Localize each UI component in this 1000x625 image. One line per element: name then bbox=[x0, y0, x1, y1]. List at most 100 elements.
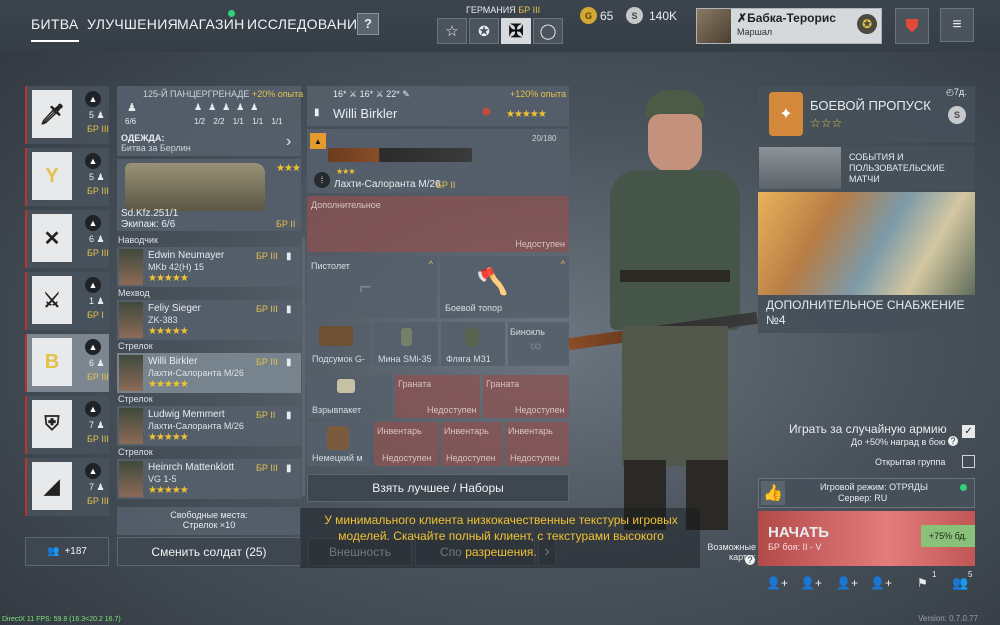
clock-icon: ◴ bbox=[946, 87, 954, 97]
help-button[interactable]: ? bbox=[357, 13, 379, 35]
squad-type-icon: ▲ bbox=[85, 91, 101, 107]
soldier-role: Мехвод bbox=[118, 288, 150, 298]
binocular-slot[interactable]: Бинокль ∞ bbox=[508, 322, 569, 366]
squad-type-icon: ▲ bbox=[85, 215, 101, 231]
squad-card[interactable]: Y ▲ 5 ♟ БР III bbox=[25, 148, 109, 206]
start-br: БР боя: II - V bbox=[768, 542, 822, 552]
squad-card[interactable]: ✕ ▲ 6 ♟ БР III bbox=[25, 210, 109, 268]
soldier-br: БР III bbox=[256, 357, 278, 367]
invite-friend-icon-2[interactable]: 👤+ bbox=[800, 576, 822, 590]
random-army-checkbox[interactable]: ✓ bbox=[962, 425, 975, 438]
tab-shop[interactable]: МАГАЗИН bbox=[177, 16, 245, 32]
pistol-slot[interactable]: Пистолет ⌐ ^ bbox=[307, 256, 437, 318]
soldier-stars: ★★★★★ bbox=[148, 379, 189, 390]
nation-tab-1[interactable]: ☆ bbox=[437, 18, 467, 44]
soldier-name: Willi Birkler bbox=[148, 356, 198, 367]
vehicle-name: Sd.Kfz.251/1 bbox=[121, 208, 179, 219]
soldier-role: Стрелок bbox=[118, 341, 153, 351]
maps-info-icon[interactable]: ? bbox=[745, 555, 755, 565]
soldier-name: Heinrch Mattenklott bbox=[148, 462, 235, 473]
stat-1-icon: ⚔ bbox=[349, 89, 358, 99]
weapon-upgrade-icon: ▲ bbox=[310, 133, 326, 149]
version-label: Version: 0.7.0.77 bbox=[918, 614, 979, 623]
squad-bonus: +20% опыта bbox=[252, 89, 304, 99]
add-squad-button[interactable]: 👥 +187 bbox=[25, 537, 109, 566]
chevron-right-icon[interactable]: › bbox=[286, 133, 291, 151]
extra-unavailable: Недоступен bbox=[515, 239, 565, 249]
start-label: НАЧАТЬ bbox=[768, 524, 830, 541]
outfit-value[interactable]: Битва за Берлин bbox=[121, 143, 191, 153]
pouch-slot[interactable]: Подсумок G- bbox=[307, 322, 371, 366]
mine-slot[interactable]: Мина SMi-35 bbox=[374, 322, 438, 366]
inventory-slot-3[interactable]: Инвентарь Недоступен bbox=[505, 422, 569, 466]
extra-weapon-slot[interactable]: Дополнительное Недоступен bbox=[307, 196, 569, 252]
melee-slot[interactable]: 🪓 Боевой топор ^ bbox=[440, 256, 569, 318]
soldier-portrait bbox=[119, 302, 143, 338]
squad-card[interactable]: B ▲ 6 ♟ БР III bbox=[25, 334, 109, 392]
change-soldier-button[interactable]: Сменить солдат (25) bbox=[117, 537, 301, 566]
squad-card[interactable]: ◢ ▲ 7 ♟ БР III bbox=[25, 458, 109, 516]
soldier-stars: ★★★★★ bbox=[148, 485, 189, 496]
grenade-slot-1[interactable]: Граната Недоступен bbox=[395, 375, 480, 418]
rank-emblem-button[interactable]: ⛊ bbox=[895, 8, 929, 44]
flask-slot[interactable]: Фляга M31 bbox=[441, 322, 505, 366]
squad-card[interactable]: ⚔ ▲ 1 ♟ БР I bbox=[25, 272, 109, 330]
info-icon[interactable]: ? bbox=[948, 436, 958, 446]
pouch-label: Подсумок G- bbox=[312, 354, 366, 364]
take-best-button[interactable]: Взять лучшее / Наборы bbox=[307, 474, 569, 502]
menu-button[interactable]: ≡ bbox=[940, 8, 974, 42]
grenade-label-1: Граната bbox=[398, 379, 432, 389]
inventory-slot-1[interactable]: Инвентарь Недоступен bbox=[374, 422, 438, 466]
squad-card[interactable]: 🗡 ▲ 5 ♟ БР III bbox=[25, 86, 109, 144]
invite-friend-icon-1[interactable]: 👤+ bbox=[766, 576, 788, 590]
random-army-sub: До +50% наград в бою bbox=[851, 437, 946, 447]
group-icon[interactable]: 👥 bbox=[952, 575, 968, 591]
soldier-model[interactable] bbox=[568, 90, 760, 530]
binocular-icon: ∞ bbox=[530, 338, 542, 355]
soldier-br: БР III bbox=[256, 304, 278, 314]
inventory-unavailable-3: Недоступен bbox=[510, 453, 560, 463]
free-slots-label: Свободные места: bbox=[170, 510, 248, 520]
squad-emblem-icon: ◢ bbox=[32, 462, 72, 510]
soldier-class-icon: ▮ bbox=[286, 357, 292, 368]
squad-count: 5 ♟ bbox=[89, 172, 105, 182]
soldier-belt bbox=[620, 270, 730, 282]
flag-icon[interactable]: ⚑ bbox=[917, 576, 928, 590]
shop-notification-dot bbox=[228, 10, 235, 17]
soldier-br: БР III bbox=[256, 251, 278, 261]
free-slots-panel: Свободные места: Стрелок ×10 bbox=[117, 507, 301, 535]
supply-image[interactable] bbox=[758, 192, 975, 295]
game-mode-label: Игровой режим: ОТРЯДЫ bbox=[820, 482, 928, 492]
soldier-name: Edwin Neumayer bbox=[148, 250, 225, 261]
server-label: Сервер: RU bbox=[838, 493, 888, 503]
nation-tab-2[interactable]: ✪ bbox=[469, 18, 499, 44]
soldier-name: Ludwig Memmert bbox=[148, 409, 225, 420]
nation-tab-germany[interactable]: ✠ bbox=[501, 18, 531, 44]
tab-research[interactable]: ИССЛЕДОВАНИЯ bbox=[247, 16, 368, 32]
squad-type-icon: ▲ bbox=[85, 401, 101, 417]
inventory-slot-2[interactable]: Инвентарь Недоступен bbox=[441, 422, 502, 466]
tab-battle[interactable]: БИТВА bbox=[31, 16, 79, 42]
thumbs-up-icon[interactable]: 👍 bbox=[761, 481, 785, 505]
tab-upgrades[interactable]: УЛУЧШЕНИЯ bbox=[87, 16, 178, 32]
squad-br: БР III bbox=[87, 248, 109, 258]
backpack-slot[interactable]: Немецкий м bbox=[307, 422, 371, 466]
squad-type-icon: ▲ bbox=[85, 153, 101, 169]
slot-icons: ♟♟♟♟♟ bbox=[194, 102, 265, 112]
detonator-slot[interactable]: Взрывпакет bbox=[307, 375, 392, 418]
fps-counter: DirectX 11 FPS: 59.8 (16.3<20.2 16.7) bbox=[2, 616, 121, 623]
soldier-stars: ★★★★★ bbox=[148, 326, 189, 337]
squad-card[interactable]: ⛨ ▲ 7 ♟ БР III bbox=[25, 396, 109, 454]
grenade-slot-2[interactable]: Граната Недоступен bbox=[483, 375, 569, 418]
extra-label: Дополнительное bbox=[311, 200, 381, 210]
nation-tab-4[interactable]: ◯ bbox=[533, 18, 563, 44]
weapon-stars: ★★★ bbox=[336, 167, 355, 176]
soldier-list-scrollbar[interactable] bbox=[302, 238, 305, 496]
free-slots-value: Стрелок ×10 bbox=[182, 520, 236, 530]
open-group-label: Открытая группа bbox=[875, 457, 946, 467]
events-title: СОБЫТИЯ И ПОЛЬЗОВАТЕЛЬСКИЕ МАТЧИ bbox=[849, 152, 945, 184]
open-group-checkbox[interactable] bbox=[962, 455, 975, 468]
invite-friend-icon-4[interactable]: 👤+ bbox=[870, 576, 892, 590]
invite-friend-icon-3[interactable]: 👤+ bbox=[836, 576, 858, 590]
axe-label: Боевой топор bbox=[445, 303, 503, 313]
